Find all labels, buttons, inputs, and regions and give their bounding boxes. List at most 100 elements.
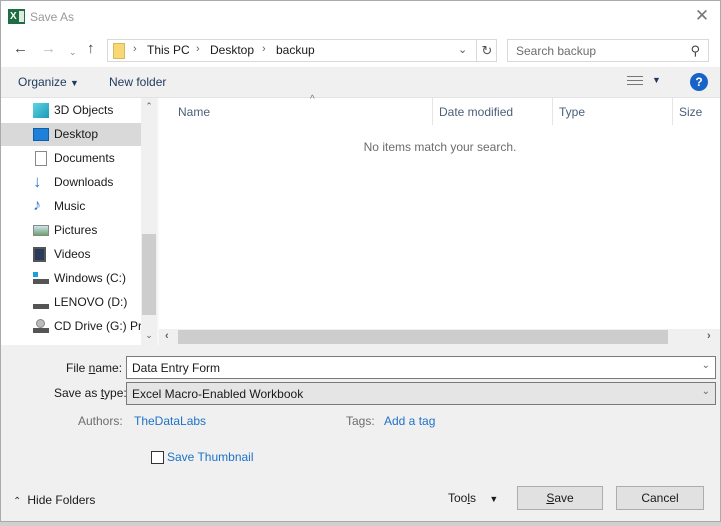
address-bar[interactable]: › This PC › Desktop › backup ⌄ ↻ xyxy=(107,39,497,62)
back-arrow-icon[interactable]: ← xyxy=(13,41,28,57)
sidebar-item-desktop[interactable]: Desktop xyxy=(1,123,141,146)
window-title: Save As xyxy=(30,10,75,24)
chevron-up-icon: ⌃ xyxy=(13,496,22,507)
breadcrumb-separator: › xyxy=(196,43,200,55)
sidebar-item-lenovo-d[interactable]: LENOVO (D:) xyxy=(1,291,141,314)
breadcrumb-desktop[interactable]: Desktop xyxy=(210,43,254,57)
tools-button[interactable]: Tools ▼ xyxy=(448,491,498,505)
sidebar-item-label: Documents xyxy=(54,151,115,165)
3d-objects-icon xyxy=(33,103,49,118)
column-header-date-modified[interactable]: Date modified xyxy=(433,98,553,125)
save-button[interactable]: Save xyxy=(517,486,603,510)
scroll-left-icon[interactable]: ‹ xyxy=(165,330,169,342)
sidebar-item-windows-c[interactable]: Windows (C:) xyxy=(1,267,141,290)
pictures-icon xyxy=(33,225,49,236)
search-input[interactable]: Search backup ⚲ xyxy=(507,39,709,62)
file-name-input[interactable]: Data Entry Form ⌄ xyxy=(126,356,716,379)
search-icon[interactable]: ⚲ xyxy=(690,43,700,59)
column-header-label: Type xyxy=(559,105,586,119)
sidebar-item-label: Desktop xyxy=(54,127,99,141)
help-icon[interactable]: ? xyxy=(690,73,708,91)
scroll-right-icon[interactable]: › xyxy=(707,330,711,342)
hide-folders-button[interactable]: ⌃ Hide Folders xyxy=(13,493,95,507)
address-dropdown-icon[interactable]: ⌄ xyxy=(458,43,467,56)
navigation-bar: ← → ⌄ ↑ › This PC › Desktop › backup ⌄ ↻… xyxy=(1,33,720,67)
sidebar-item-label: Pictures xyxy=(54,223,98,237)
sidebar-item-documents[interactable]: Documents xyxy=(1,147,141,170)
command-toolbar: Organize ▼ New folder ▼ ? xyxy=(1,67,720,98)
column-header-label: Name xyxy=(178,105,211,119)
search-placeholder: Search backup xyxy=(516,44,597,58)
sidebar-item-cd-drive-g[interactable]: CD Drive (G:) Pro xyxy=(1,315,141,338)
authors-label: Authors: xyxy=(78,414,123,428)
authors-value[interactable]: TheDataLabs xyxy=(134,414,206,428)
organize-label: Organize xyxy=(18,75,67,89)
file-list-horizontal-scrollbar[interactable]: ‹ › xyxy=(159,329,720,345)
sidebar-item-label: Downloads xyxy=(54,175,114,189)
sidebar-item-label: Videos xyxy=(54,247,91,261)
view-dropdown-icon[interactable]: ▼ xyxy=(652,75,661,85)
column-header-name[interactable]: Name ^ xyxy=(172,94,433,125)
sidebar-item-3d-objects[interactable]: 3D Objects xyxy=(1,99,141,122)
refresh-icon[interactable]: ↻ xyxy=(476,40,497,61)
breadcrumb-this-pc[interactable]: This PC xyxy=(147,43,190,57)
sidebar-item-videos[interactable]: Videos xyxy=(1,243,141,266)
scroll-down-icon[interactable]: ⌄ xyxy=(141,330,157,341)
desktop-icon xyxy=(33,128,49,141)
drive-icon xyxy=(33,296,49,309)
sidebar-item-music[interactable]: ♪ Music xyxy=(1,195,141,218)
save-as-type-value: Excel Macro-Enabled Workbook xyxy=(132,387,304,401)
new-folder-button[interactable]: New folder xyxy=(109,75,166,89)
close-icon[interactable]: ✕ xyxy=(694,7,710,25)
sidebar-item-label: CD Drive (G:) Pro xyxy=(54,319,141,333)
chevron-down-icon[interactable]: ⌄ xyxy=(69,44,77,60)
videos-icon xyxy=(33,247,46,262)
save-thumbnail-checkbox[interactable] xyxy=(151,451,164,464)
excel-icon: X xyxy=(8,9,25,24)
chevron-down-icon[interactable]: ⌄ xyxy=(702,386,710,397)
dropdown-arrow-icon: ▼ xyxy=(489,494,499,504)
scroll-up-icon[interactable]: ⌃ xyxy=(141,101,157,112)
save-as-type-label: Save as type: xyxy=(54,386,127,400)
chevron-down-icon[interactable]: ⌄ xyxy=(702,360,710,371)
file-name-label: File name: xyxy=(66,361,123,375)
documents-icon xyxy=(35,151,47,166)
organize-button[interactable]: Organize ▼ xyxy=(18,75,79,89)
hide-folders-label: Hide Folders xyxy=(27,493,96,507)
tags-label: Tags: xyxy=(346,414,375,428)
sidebar-scroll-thumb[interactable] xyxy=(142,234,156,315)
breadcrumb-backup[interactable]: backup xyxy=(276,43,315,57)
downloads-icon: ↓ xyxy=(33,172,42,191)
save-as-dialog: X Save As ✕ ← → ⌄ ↑ › This PC › Desktop … xyxy=(0,0,721,522)
windows-drive-icon xyxy=(33,272,49,284)
details-view-icon[interactable] xyxy=(627,76,643,88)
horizontal-scroll-thumb[interactable] xyxy=(178,330,668,344)
up-arrow-icon[interactable]: ↑ xyxy=(87,41,95,57)
column-header-type[interactable]: Type xyxy=(553,98,673,125)
breadcrumb-separator: › xyxy=(262,43,266,55)
sidebar-scrollbar[interactable]: ⌃ ⌄ xyxy=(141,98,157,345)
forward-arrow-icon[interactable]: → xyxy=(41,41,56,57)
cancel-button[interactable]: Cancel xyxy=(616,486,704,510)
file-list: Name ^ Date modified Type Size No items … xyxy=(159,94,720,329)
save-as-type-select[interactable]: Excel Macro-Enabled Workbook ⌄ xyxy=(126,382,716,405)
dropdown-arrow-icon: ▼ xyxy=(70,78,79,88)
cd-drive-icon xyxy=(33,319,49,333)
column-header-label: Size xyxy=(679,105,703,119)
file-name-value: Data Entry Form xyxy=(132,361,221,375)
sort-ascending-icon: ^ xyxy=(310,94,315,105)
music-icon: ♪ xyxy=(33,197,41,214)
tags-value[interactable]: Add a tag xyxy=(384,414,435,428)
empty-message: No items match your search. xyxy=(363,140,517,154)
sidebar-item-downloads[interactable]: ↓ Downloads xyxy=(1,171,141,194)
sidebar-item-pictures[interactable]: Pictures xyxy=(1,219,141,242)
breadcrumb-separator: › xyxy=(133,43,137,55)
background-status-bar xyxy=(0,522,721,526)
column-header-size[interactable]: Size xyxy=(673,98,720,125)
column-header-label: Date modified xyxy=(439,105,514,119)
navigation-pane: 3D Objects Desktop Documents ↓ Downloads… xyxy=(1,98,141,345)
sidebar-item-label: LENOVO (D:) xyxy=(54,295,128,309)
save-thumbnail-label[interactable]: Save Thumbnail xyxy=(167,450,254,464)
title-bar: X Save As ✕ xyxy=(1,1,720,33)
folder-icon xyxy=(113,43,125,59)
